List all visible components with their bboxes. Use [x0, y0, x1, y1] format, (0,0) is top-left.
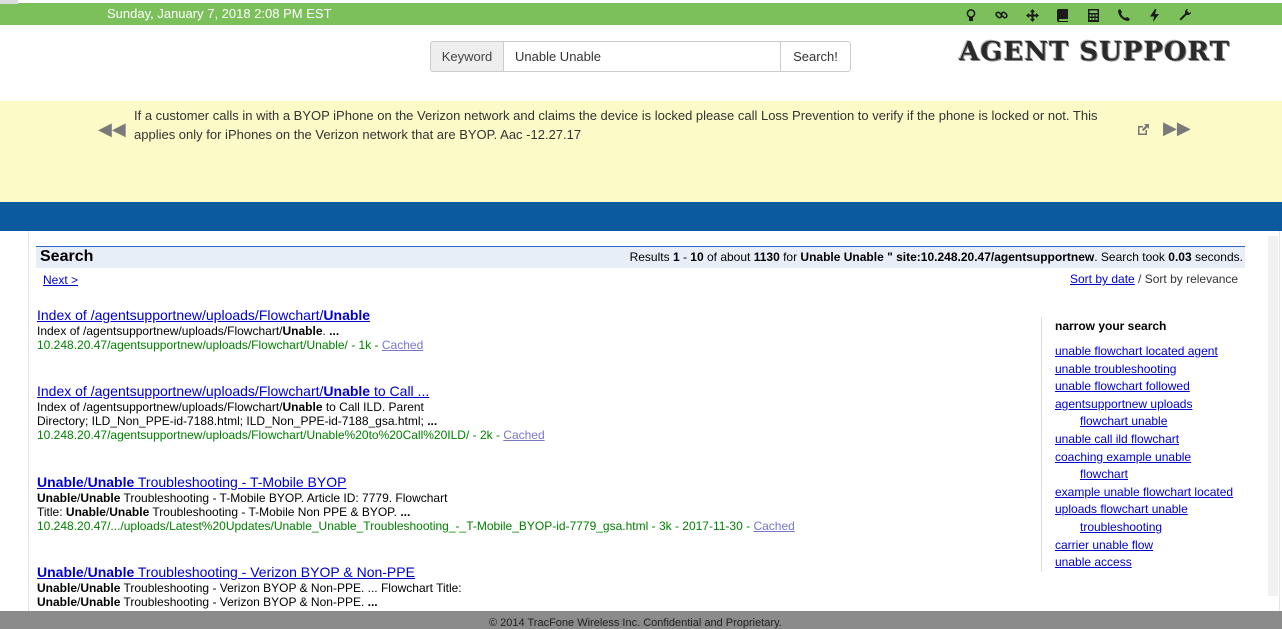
narrow-link[interactable]: unable flowchart located agent [1055, 343, 1251, 361]
window-corner [0, 0, 18, 4]
narrow-link[interactable]: example unable flowchart located [1055, 484, 1251, 502]
narrow-link[interactable]: carrier unable flow [1055, 537, 1251, 555]
results-title: Search [40, 248, 94, 265]
result-url: 10.248.20.47/agentsupportnew/uploads/Flo… [37, 338, 424, 352]
announcement-banner: ◀◀ If a customer calls in with a BYOP iP… [0, 101, 1282, 202]
cached-link[interactable]: Cached [382, 338, 423, 352]
result-snippet: Index of /agentsupportnew/uploads/Flowch… [37, 324, 340, 338]
scrollbar[interactable] [1268, 236, 1278, 596]
narrow-link[interactable]: uploads flowchart unable [1055, 501, 1251, 519]
narrow-link[interactable]: unable call ild flowchart [1055, 431, 1251, 449]
narrow-heading: narrow your search [1055, 319, 1167, 333]
result-snippet: Unable/Unable Troubleshooting - T-Mobile… [37, 491, 448, 519]
result-title-link[interactable]: Unable/Unable Troubleshooting - T-Mobile… [37, 474, 1037, 491]
next-page-link[interactable]: Next > [43, 273, 78, 287]
narrow-link[interactable]: coaching example unable [1055, 449, 1251, 467]
search-result: Unable/Unable Troubleshooting - T-Mobile… [37, 474, 1037, 534]
agent-support-logo: AGENT SUPPORT [959, 37, 1231, 67]
previous-announcement-icon[interactable]: ◀◀ [98, 119, 126, 140]
footer: © 2014 TracFone Wireless Inc. Confidenti… [0, 611, 1282, 629]
result-url: 10.248.20.47/agentsupportnew/uploads/Flo… [37, 428, 545, 442]
result-snippet: Index of /agentsupportnew/uploads/Flowch… [37, 400, 438, 428]
cached-link[interactable]: Cached [753, 519, 794, 533]
external-link-icon[interactable] [1137, 123, 1150, 139]
narrow-link[interactable]: troubleshooting [1055, 519, 1251, 537]
calculator-icon[interactable] [1078, 6, 1109, 24]
search-result: Index of /agentsupportnew/uploads/Flowch… [37, 383, 1037, 443]
copyright-text: © 2014 TracFone Wireless Inc. Confidenti… [489, 617, 782, 629]
next-announcement-icon[interactable]: ▶▶ [1163, 118, 1191, 139]
bolt-icon[interactable] [1139, 6, 1170, 24]
results-header: Search Results 1 - 10 of about 1130 for … [36, 246, 1245, 268]
blue-band [0, 202, 1282, 231]
search-button[interactable]: Search! [781, 41, 851, 72]
wrench-icon[interactable] [1170, 6, 1201, 24]
toolbar-icons [956, 6, 1200, 24]
link-icon[interactable] [987, 6, 1018, 24]
sort-by-date-link[interactable]: Sort by date [1070, 272, 1135, 286]
cached-link[interactable]: Cached [503, 428, 544, 442]
top-bar: Sunday, January 7, 2018 2:08 PM EST [0, 0, 1282, 25]
keyword-search: Keyword Search! [430, 41, 851, 72]
book-icon[interactable] [1048, 6, 1079, 24]
announcement-text: If a customer calls in with a BYOP iPhon… [134, 108, 1098, 142]
search-result: Index of /agentsupportnew/uploads/Flowch… [37, 307, 1037, 353]
narrow-search-panel: narrow your search unable flowchart loca… [1041, 317, 1251, 572]
narrow-link[interactable]: agentsupportnew uploads [1055, 396, 1251, 414]
result-title-link[interactable]: Unable/Unable Troubleshooting - Verizon … [37, 564, 1037, 581]
narrow-link[interactable]: unable flowchart followed [1055, 378, 1251, 396]
result-snippet: Unable/Unable Troubleshooting - Verizon … [37, 581, 462, 609]
page-root: Sunday, January 7, 2018 2:08 PM EST Keyw… [0, 0, 1282, 629]
results-stats: Results 1 - 10 of about 1130 for Unable … [629, 250, 1243, 264]
narrow-link[interactable]: flowchart unable [1055, 413, 1251, 431]
header: Keyword Search! AGENT SUPPORT [0, 25, 1282, 101]
result-title-link[interactable]: Index of /agentsupportnew/uploads/Flowch… [37, 307, 1037, 324]
move-icon[interactable] [1017, 6, 1048, 24]
result-url: 10.248.20.47/.../uploads/Latest%20Update… [37, 519, 795, 533]
date-time: Sunday, January 7, 2018 2:08 PM EST [107, 6, 332, 21]
search-input[interactable] [504, 41, 781, 72]
result-title-link[interactable]: Index of /agentsupportnew/uploads/Flowch… [37, 383, 1037, 400]
narrow-link[interactable]: flowchart [1055, 466, 1251, 484]
phone-icon[interactable] [1109, 6, 1140, 24]
keyword-label: Keyword [430, 41, 504, 72]
narrow-link[interactable]: unable access [1055, 554, 1251, 572]
narrow-link[interactable]: unable troubleshooting [1055, 361, 1251, 379]
lightbulb-icon[interactable] [956, 6, 987, 24]
sort-options: Sort by date / Sort by relevance [1070, 272, 1239, 286]
search-result: Unable/Unable Troubleshooting - Verizon … [37, 564, 1037, 609]
